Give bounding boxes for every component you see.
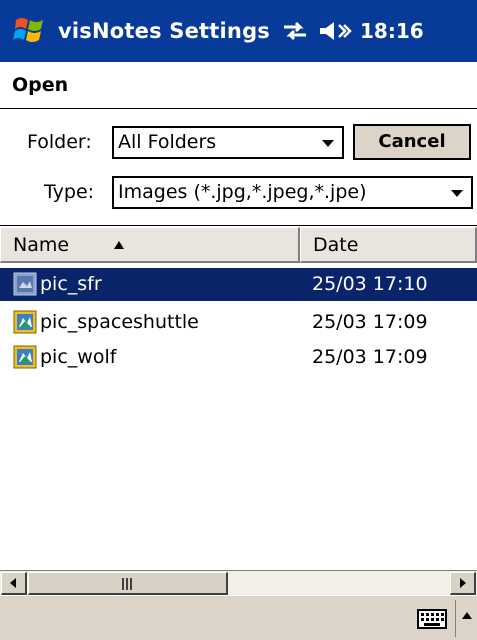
column-header-name[interactable]: Name (0, 227, 300, 263)
scroll-thumb[interactable] (28, 572, 228, 595)
chevron-down-icon (322, 140, 334, 147)
cancel-button[interactable]: Cancel (353, 124, 471, 160)
file-date: 25/03 17:09 (312, 311, 428, 333)
column-header-label: Date (313, 234, 359, 256)
connectivity-icon[interactable] (280, 19, 310, 43)
file-name: pic_spaceshuttle (40, 311, 199, 333)
type-value: Images (*.jpg,*.jpeg,*.jpe) (118, 181, 367, 203)
file-name: pic_wolf (40, 346, 117, 368)
image-file-icon (13, 310, 37, 334)
file-date: 25/03 17:09 (312, 346, 428, 368)
file-date: 25/03 17:10 (312, 273, 428, 295)
dialog-title: Open (12, 74, 69, 96)
type-label: Type: (44, 181, 95, 203)
type-dropdown[interactable]: Images (*.jpg,*.jpeg,*.jpe) (112, 176, 473, 209)
sort-ascending-icon (114, 241, 124, 249)
list-item[interactable]: pic_wolf 25/03 17:09 (0, 341, 477, 374)
folder-label: Folder: (27, 131, 92, 153)
app-title: visNotes Settings (58, 19, 271, 43)
file-name: pic_sfr (40, 273, 102, 295)
title-bar: visNotes Settings 18:16 (0, 0, 477, 62)
header-divider (0, 108, 477, 109)
grip-icon (121, 578, 133, 590)
chevron-down-icon (451, 190, 463, 197)
column-header-date[interactable]: Date (300, 227, 477, 263)
image-file-icon (13, 345, 37, 369)
sip-arrow-icon[interactable] (462, 612, 472, 619)
keyboard-icon[interactable] (417, 609, 447, 629)
menu-bar (0, 595, 477, 640)
divider (455, 600, 456, 637)
folder-value: All Folders (118, 131, 217, 153)
file-list[interactable]: Name Date pic_sfr 25/03 17:10 pic_spaces… (0, 225, 477, 596)
volume-icon[interactable] (318, 19, 352, 43)
image-file-icon (13, 272, 37, 296)
list-item[interactable]: pic_spaceshuttle 25/03 17:09 (0, 306, 477, 339)
clock[interactable]: 18:16 (360, 0, 424, 62)
windows-start-icon[interactable] (12, 12, 48, 48)
column-header-label: Name (13, 234, 70, 256)
scroll-right-button[interactable] (450, 572, 476, 595)
folder-dropdown[interactable]: All Folders (112, 126, 344, 159)
horizontal-scrollbar[interactable] (0, 570, 477, 595)
scroll-left-button[interactable] (1, 572, 27, 595)
list-item[interactable]: pic_sfr 25/03 17:10 (0, 268, 477, 301)
